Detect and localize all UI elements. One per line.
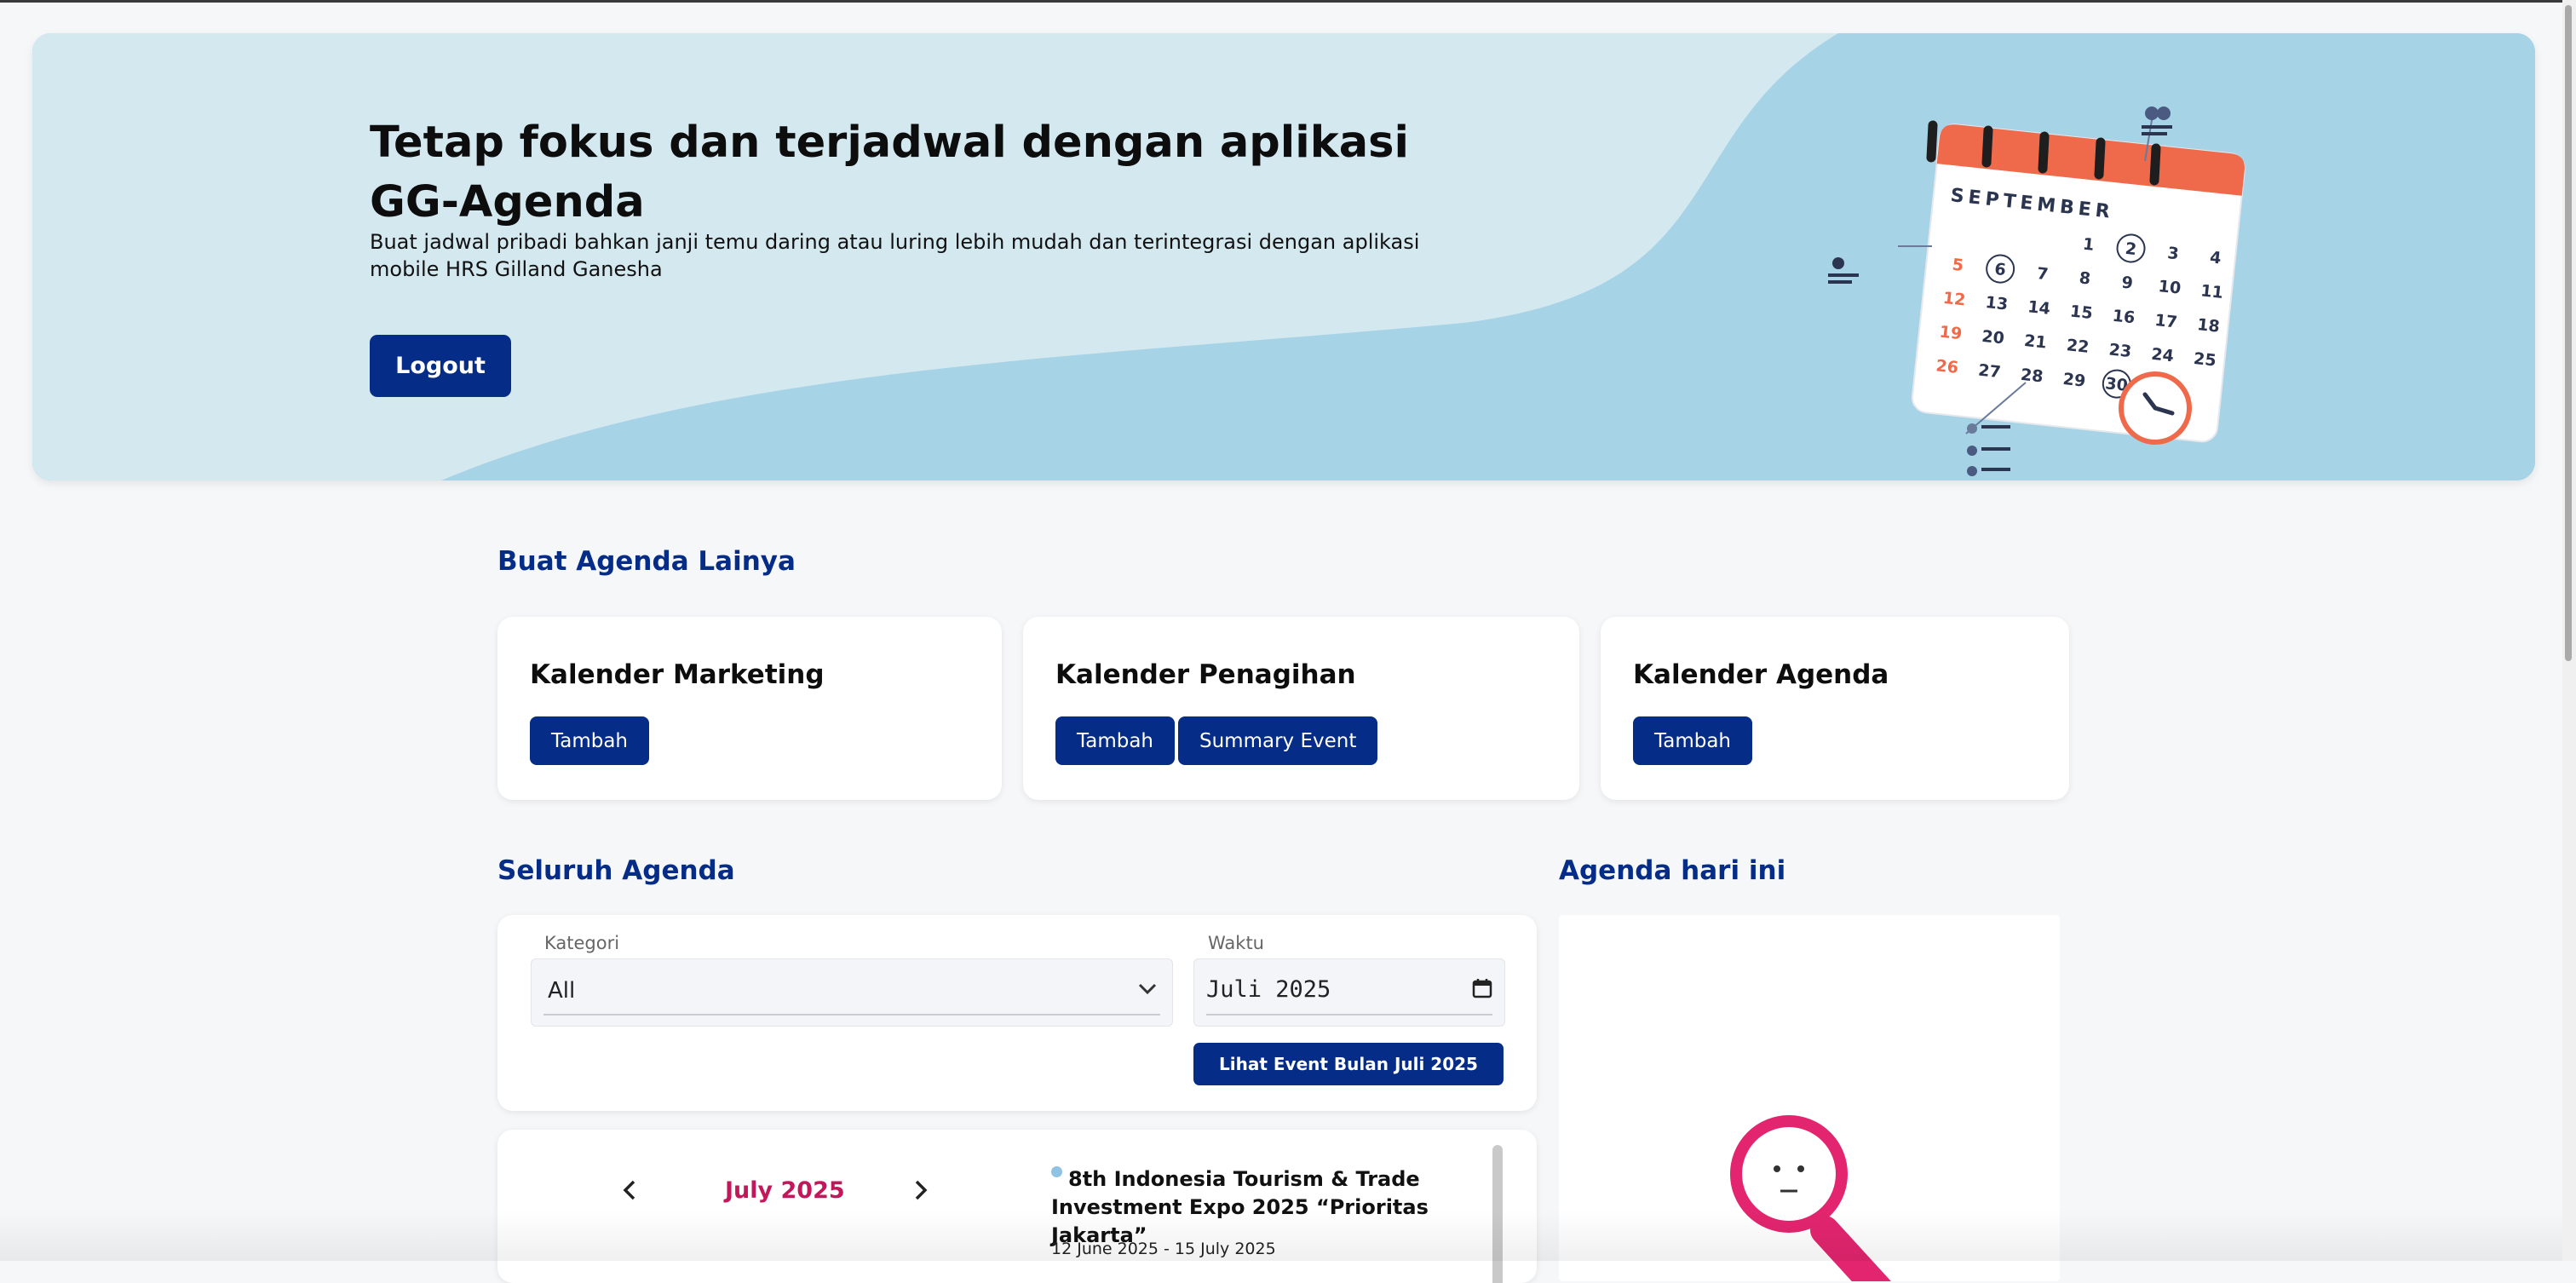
calendar-day-number: 14 bbox=[2027, 297, 2051, 319]
time-label: Waktu bbox=[1208, 933, 1264, 953]
calendar-day-number: 15 bbox=[2069, 302, 2094, 323]
marketing-calendar-card: Kalender Marketing Tambah bbox=[497, 617, 1002, 800]
calendar-day-number: 29 bbox=[2062, 370, 2087, 391]
calendar-day-number: 22 bbox=[2066, 336, 2090, 357]
category-label: Kategori bbox=[544, 933, 620, 953]
hero-subtitle: Buat jadwal pribadi bahkan janji temu da… bbox=[370, 230, 1420, 281]
logout-button[interactable]: Logout bbox=[370, 335, 511, 397]
calendar-day-number: 13 bbox=[1985, 293, 2010, 314]
calendar-day-number: 17 bbox=[2153, 311, 2178, 332]
window-top-border bbox=[0, 0, 2576, 3]
hero-banner: Tetap fokus dan terjadwal dengan aplikas… bbox=[32, 33, 2535, 480]
billing-calendar-card: Kalender Penagihan Tambah Summary Event bbox=[1023, 617, 1579, 800]
card-title: Kalender Agenda bbox=[1633, 659, 1889, 690]
billing-add-button[interactable]: Tambah bbox=[1055, 716, 1176, 765]
calendar-day-number: 21 bbox=[2023, 331, 2048, 353]
calendar-day-number: 3 bbox=[2166, 244, 2179, 263]
calendar-day-number: 4 bbox=[2209, 248, 2222, 268]
calendar-day-number: 10 bbox=[2158, 277, 2182, 298]
card-title: Kalender Penagihan bbox=[1055, 659, 1356, 690]
hero-title: Tetap fokus dan terjadwal dengan aplikas… bbox=[370, 118, 1409, 227]
picker-underline bbox=[1206, 1014, 1492, 1015]
summary-event-button[interactable]: Summary Event bbox=[1178, 716, 1378, 765]
agenda-add-button[interactable]: Tambah bbox=[1633, 716, 1753, 765]
calendar-day-number: 2 bbox=[2125, 239, 2137, 259]
select-underline bbox=[543, 1014, 1160, 1015]
marketing-add-button[interactable]: Tambah bbox=[530, 716, 650, 765]
calendar-day-number: 26 bbox=[1935, 356, 1959, 377]
calendar-day-number: 16 bbox=[2112, 307, 2136, 328]
chevron-right-icon[interactable] bbox=[913, 1179, 929, 1201]
calendar-day-number: 9 bbox=[2121, 273, 2134, 293]
card-title: Kalender Marketing bbox=[530, 659, 825, 690]
calendar-icon[interactable] bbox=[1472, 978, 1492, 998]
calendar-day-number: 11 bbox=[2199, 281, 2224, 302]
calendar-day-number: 6 bbox=[1993, 260, 2006, 279]
today-agenda-title: Agenda hari ini bbox=[1559, 855, 1786, 886]
calendar-illustration: SEPTEMBER 1 2 3 45 6 7 8 9 10 1112 13 14 15 16 17 1819 2… bbox=[1828, 106, 2245, 476]
calendar-day-number: 5 bbox=[1952, 256, 1964, 275]
event-title[interactable]: 8th Indonesia Tourism & Trade Investment… bbox=[1051, 1165, 1477, 1250]
all-agenda-title: Seluruh Agenda bbox=[497, 855, 735, 886]
calendar-day-number: 7 bbox=[2036, 264, 2049, 284]
calendar-day-number: 24 bbox=[2150, 345, 2175, 366]
event-date-range: 12 June 2025 - 15 July 2025 bbox=[1051, 1240, 1276, 1258]
agenda-calendar-card: Kalender Agenda Tambah bbox=[1601, 617, 2069, 800]
calendar-events-panel: July 2025 8th Indonesia Tourism & Trade … bbox=[497, 1130, 1537, 1283]
calendar-day-number: 19 bbox=[1939, 323, 1964, 344]
calendar-day-number: 23 bbox=[2108, 340, 2133, 361]
calendar-day-number: 12 bbox=[1942, 289, 1967, 310]
calendar-day-number: 28 bbox=[2020, 365, 2044, 387]
page-scrollbar-thumb[interactable] bbox=[2565, 5, 2572, 661]
calendar-day-number: 20 bbox=[1981, 327, 2005, 348]
create-section-title: Buat Agenda Lainya bbox=[497, 546, 796, 577]
event-list-scrollbar[interactable] bbox=[1492, 1145, 1503, 1283]
calendar-day-number: 1 bbox=[2082, 235, 2095, 255]
calendar-day-number: 25 bbox=[2193, 349, 2217, 371]
chevron-down-icon bbox=[1138, 983, 1157, 995]
magnifier-sad-face-icon bbox=[1730, 1115, 1891, 1281]
month-picker-value: Juli 2025 bbox=[1206, 976, 1331, 1003]
chevron-left-icon[interactable] bbox=[622, 1179, 637, 1201]
calendar-day-number: 18 bbox=[2196, 315, 2221, 337]
category-value: All bbox=[548, 978, 576, 1004]
category-select[interactable]: All bbox=[531, 958, 1173, 1027]
calendar-day-number: 8 bbox=[2079, 268, 2091, 288]
see-month-events-button[interactable]: Lihat Event Bulan Juli 2025 bbox=[1193, 1043, 1504, 1085]
calendar-month-label: July 2025 bbox=[725, 1177, 845, 1204]
calendar-day-number: 27 bbox=[1977, 361, 2002, 383]
today-agenda-panel bbox=[1559, 915, 2060, 1281]
month-picker-input[interactable]: Juli 2025 bbox=[1193, 958, 1505, 1027]
